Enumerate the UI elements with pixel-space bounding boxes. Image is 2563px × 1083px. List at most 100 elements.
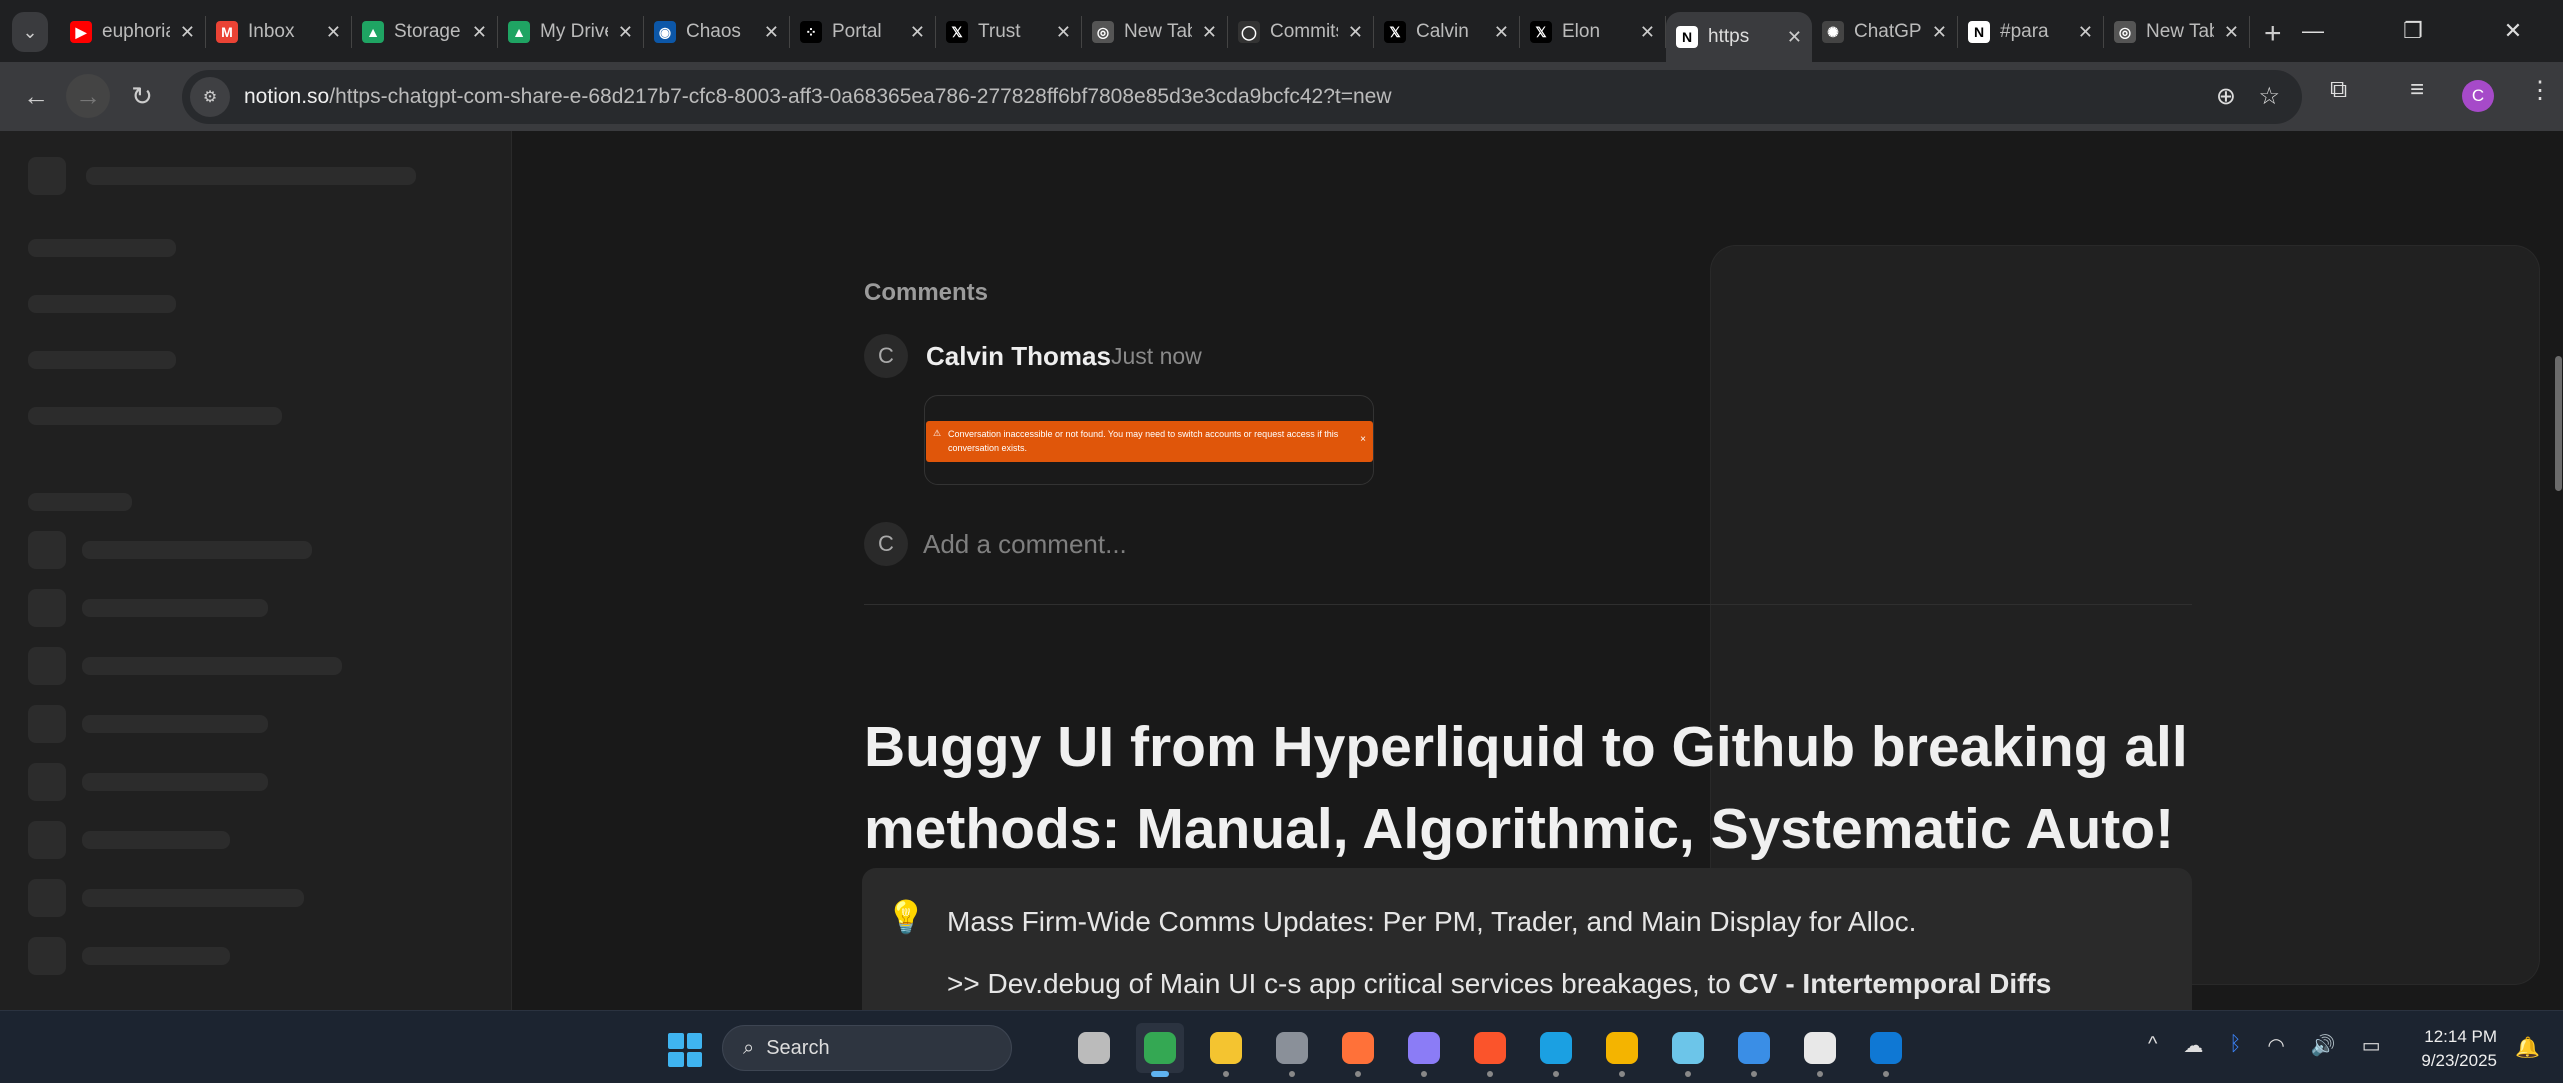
tab-wikimedia[interactable]: ◉ Chaos ✕ [644,16,790,48]
tab-x[interactable]: 𝕏 Elon ✕ [1520,16,1666,48]
wifi-icon[interactable]: ◠ [2267,1033,2284,1058]
skeleton-icon [28,937,66,975]
forward-button[interactable]: → [66,74,110,118]
minimize-button[interactable]: — [2263,0,2363,62]
tab-chrome[interactable]: ◎ New Tab ✕ [2104,16,2250,48]
add-comment-input[interactable]: Add a comment... [923,529,1127,560]
tab-youtube[interactable]: ▶ euphoria ✕ [60,16,206,48]
callout-block[interactable]: 💡 Mass Firm-Wide Comms Updates: Per PM, … [862,868,2192,1010]
tab-title: https [1708,26,1750,47]
snipping-tool-icon [1804,1032,1836,1064]
profile-avatar[interactable]: C [2462,80,2494,112]
tab-title: My Drive [540,21,608,42]
google-drive-icon: ▲ [362,21,384,43]
skeleton-bar [82,889,304,907]
close-icon[interactable]: × [1360,433,1366,447]
tab-gmail[interactable]: M Inbox ✕ [206,16,352,48]
taskbar: ⌕ Search ^ ☁ ᛒ ◠ 🔊 ▭ 12:14 PM 9/23/2025 🔔 [0,1010,2563,1083]
tab-x[interactable]: 𝕏 Calvin ✕ [1374,16,1520,48]
tab-portal[interactable]: ⁘ Portal ✕ [790,16,936,48]
bookmark-star-icon[interactable]: ☆ [2258,82,2280,111]
close-tab-icon[interactable]: ✕ [2224,22,2239,43]
skeleton-bar [28,351,176,369]
close-tab-icon[interactable]: ✕ [1348,22,1363,43]
zoom-icon[interactable]: ⊕ [2216,82,2236,111]
close-tab-icon[interactable]: ✕ [326,22,341,43]
taskbar-search[interactable]: ⌕ Search [722,1025,1012,1071]
chrome-icon [1144,1032,1176,1064]
edge-app[interactable] [1532,1023,1580,1077]
bluetooth-icon[interactable]: ᛒ [2229,1033,2241,1058]
close-tab-icon[interactable]: ✕ [180,22,195,43]
google-drive-icon: ▲ [508,21,530,43]
chevron-up-icon[interactable]: ^ [2148,1033,2157,1058]
openai-icon: ✺ [1822,21,1844,43]
close-tab-icon[interactable]: ✕ [764,22,779,43]
close-tab-icon[interactable]: ✕ [1932,22,1947,43]
tab-notion[interactable]: Nhttps ✕ [1666,12,1812,62]
page-title[interactable]: Buggy UI from Hyperliquid to Github brea… [864,706,2264,870]
close-tab-icon[interactable]: ✕ [1640,22,1655,43]
comment-author[interactable]: Calvin Thomas [926,341,1111,372]
clock[interactable]: 12:14 PM 9/23/2025 [2405,1025,2497,1073]
reload-button[interactable]: ↻ [120,74,164,118]
notepad-app[interactable] [1664,1023,1712,1077]
address-bar[interactable]: ⚙ notion.so/https-chatgpt-com-share-e-68… [182,70,2302,124]
snipping-tool-app[interactable] [1796,1023,1844,1077]
photos-app[interactable] [1730,1023,1778,1077]
close-tab-icon[interactable]: ✕ [910,22,925,43]
tab-notion[interactable]: N #para ✕ [1958,16,2104,48]
onedrive-icon[interactable]: ☁ [2183,1033,2203,1058]
close-tab-icon[interactable]: ✕ [1787,27,1802,48]
tab-x[interactable]: 𝕏 Trust ✕ [936,16,1082,48]
notification-bell-icon[interactable]: 🔔 [2515,1035,2540,1060]
firefox-app[interactable] [1334,1023,1382,1077]
tab-title: euphoria [102,21,170,42]
tab-search-button[interactable]: ⌄ [12,12,48,52]
tab-github[interactable]: ◯ Commits ✕ [1228,16,1374,48]
scrollbar-thumb[interactable] [2555,356,2562,491]
skeleton-icon [28,531,66,569]
close-tab-icon[interactable]: ✕ [472,22,487,43]
settings-app[interactable] [1268,1023,1316,1077]
restore-button[interactable]: ❐ [2363,0,2463,62]
site-info-icon[interactable]: ⚙ [190,77,230,117]
comment-attachment[interactable]: ⚠ Conversation inaccessible or not found… [924,395,1374,485]
brave-icon [1474,1032,1506,1064]
back-button[interactable]: ← [14,74,58,118]
comment-author-avatar: C [864,334,908,378]
task-view-app[interactable] [1070,1023,1118,1073]
tab-openai[interactable]: ✺ ChatGPT ✕ [1812,16,1958,48]
notepad-icon [1672,1032,1704,1064]
volume-icon[interactable]: 🔊 [2311,1033,2336,1058]
tab-list: ▶ euphoria ✕ M Inbox ✕ ▲ Storage ✕ ▲ My Drive ✕ ◉ Cha… [60,12,2282,62]
scrollbar[interactable] [2553,131,2563,1010]
clock-date: 9/23/2025 [2421,1051,2497,1070]
close-tab-icon[interactable]: ✕ [1494,22,1509,43]
skeleton-bar [28,239,176,257]
url-text[interactable]: notion.so/https-chatgpt-com-share-e-68d2… [244,85,1392,109]
divider [864,604,2192,605]
close-window-button[interactable]: ✕ [2463,0,2563,62]
chrome-app[interactable] [1136,1023,1184,1077]
brave-app[interactable] [1466,1023,1514,1077]
skeleton-icon [28,763,66,801]
tab-chrome[interactable]: ◎ New Tab ✕ [1082,16,1228,48]
media-controls-icon[interactable]: ≡ [2410,76,2424,104]
close-tab-icon[interactable]: ✕ [1056,22,1071,43]
menu-icon[interactable]: ⋮ [2528,76,2552,105]
settings-icon [1276,1032,1308,1064]
battery-icon[interactable]: ▭ [2362,1033,2381,1058]
skeleton-bar [82,831,230,849]
windows-start-icon[interactable] [668,1033,702,1067]
close-tab-icon[interactable]: ✕ [618,22,633,43]
close-tab-icon[interactable]: ✕ [2078,22,2093,43]
file-explorer-app[interactable] [1202,1023,1250,1077]
outlook-app[interactable] [1862,1023,1910,1077]
close-tab-icon[interactable]: ✕ [1202,22,1217,43]
tab-google-drive[interactable]: ▲ Storage ✕ [352,16,498,48]
google-one-app[interactable] [1598,1023,1646,1077]
vpn-app[interactable] [1400,1023,1448,1077]
extensions-icon[interactable]: ⧉ [2330,76,2347,104]
tab-google-drive[interactable]: ▲ My Drive ✕ [498,16,644,48]
